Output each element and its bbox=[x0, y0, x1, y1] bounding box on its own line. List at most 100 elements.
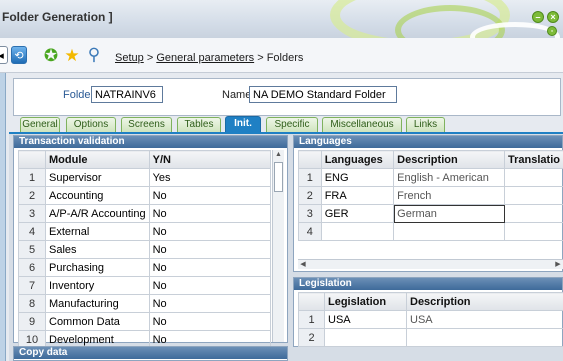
translation-cell[interactable] bbox=[504, 204, 563, 223]
horizontal-scrollbar[interactable]: ◀ ▶ bbox=[298, 259, 563, 269]
table-row[interactable]: 4 External No bbox=[18, 222, 272, 241]
table-row[interactable]: 1 USA USA bbox=[298, 310, 563, 329]
row-number: 1 bbox=[298, 310, 325, 329]
translation-cell[interactable] bbox=[504, 222, 563, 241]
yn-cell[interactable]: No bbox=[148, 258, 272, 277]
translation-cell[interactable] bbox=[504, 186, 563, 205]
table-row[interactable]: 6 Purchasing No bbox=[18, 258, 272, 277]
yn-cell[interactable]: No bbox=[148, 276, 272, 295]
name-label: Name bbox=[222, 89, 252, 101]
nav-back-icon[interactable]: ◂ bbox=[0, 46, 8, 64]
column-header[interactable]: Translatio bbox=[504, 150, 563, 169]
column-header[interactable]: Description bbox=[406, 292, 563, 311]
breadcrumb-separator: > bbox=[257, 52, 264, 64]
table-row[interactable]: 9 Common Data No bbox=[18, 312, 272, 331]
languages-table: Languages Description Translatio 1 ENG Eng… bbox=[298, 150, 563, 241]
module-cell: Supervisor bbox=[45, 168, 150, 187]
table-row[interactable]: 1 Supervisor Yes bbox=[18, 168, 272, 187]
module-cell: A/P-A/R Accounting bbox=[45, 204, 150, 223]
yn-cell[interactable]: Yes bbox=[148, 168, 272, 187]
panel-title: Languages bbox=[294, 136, 562, 148]
table-row[interactable]: 5 Sales No bbox=[18, 240, 272, 259]
table-row[interactable]: 7 Inventory No bbox=[18, 276, 272, 295]
yn-cell[interactable]: No bbox=[148, 240, 272, 259]
folder-header: Folder NATRAINV6 Name NA DEMO Standard F… bbox=[13, 78, 561, 116]
row-number: 5 bbox=[18, 240, 46, 259]
tab-screens[interactable]: Screens bbox=[121, 117, 172, 132]
language-cell[interactable] bbox=[320, 222, 395, 241]
language-cell[interactable]: FRA bbox=[320, 186, 395, 205]
table-row[interactable]: 4 bbox=[298, 222, 563, 241]
yn-cell[interactable]: No bbox=[148, 186, 272, 205]
toolbar: ◂ ⟲ ✪ ★ ⚲ Setup > General parameters > F… bbox=[0, 38, 563, 73]
description-cell: English - American bbox=[393, 168, 506, 187]
legislation-cell[interactable] bbox=[324, 328, 407, 347]
table-row[interactable]: 3 GER German bbox=[298, 204, 563, 223]
column-header[interactable]: Legislation bbox=[324, 292, 407, 311]
transaction-validation-table: Module Y/N 1 Supervisor Yes 2 Accounting No … bbox=[18, 150, 272, 349]
panel-title: Transaction validation bbox=[14, 136, 287, 148]
tab-init[interactable]: Init. bbox=[225, 116, 261, 132]
close-button[interactable]: × bbox=[547, 11, 559, 23]
folder-field[interactable]: NATRAINV6 bbox=[91, 86, 163, 103]
row-number: 8 bbox=[18, 294, 46, 313]
legislation-cell[interactable]: USA bbox=[324, 310, 407, 329]
row-number: 4 bbox=[18, 222, 46, 241]
tab-links[interactable]: Links bbox=[406, 117, 445, 132]
row-number: 4 bbox=[298, 222, 322, 241]
breadcrumb-setup[interactable]: Setup bbox=[115, 52, 144, 64]
language-cell[interactable]: ENG bbox=[320, 168, 395, 187]
yn-cell[interactable]: No bbox=[148, 312, 272, 331]
column-header[interactable]: Module bbox=[45, 150, 150, 169]
copy-data-panel: Copy data bbox=[13, 346, 288, 361]
table-row[interactable]: 2 Accounting No bbox=[18, 186, 272, 205]
refresh-icon[interactable]: ⟲ bbox=[11, 46, 27, 64]
row-number: 1 bbox=[298, 168, 322, 187]
breadcrumb-current: Folders bbox=[266, 52, 304, 64]
star-add-icon[interactable]: ✪ bbox=[42, 47, 60, 65]
restore-button[interactable]: ▫ bbox=[547, 26, 557, 36]
breadcrumb-separator: > bbox=[146, 52, 154, 64]
tab-general[interactable]: General bbox=[20, 117, 60, 132]
breadcrumb: Setup > General parameters > Folders bbox=[115, 52, 303, 64]
pin-icon[interactable]: ⚲ bbox=[85, 46, 103, 64]
table-header-row: Languages Description Translatio bbox=[298, 150, 563, 169]
row-number: 7 bbox=[18, 276, 46, 295]
breadcrumb-general-parameters[interactable]: General parameters bbox=[156, 52, 254, 64]
scroll-thumb[interactable] bbox=[274, 162, 283, 192]
description-cell-selected[interactable]: German bbox=[393, 204, 506, 223]
panel-title: Copy data bbox=[14, 347, 287, 359]
table-row[interactable]: 1 ENG English - American bbox=[298, 168, 563, 187]
tab-tables[interactable]: Tables bbox=[177, 117, 221, 132]
window-title-bar: Folder Generation ] – × ▫ bbox=[0, 0, 563, 38]
left-panel-strip[interactable] bbox=[0, 73, 6, 361]
tab-options[interactable]: Options bbox=[66, 117, 116, 132]
folder-label: Folder bbox=[63, 89, 95, 101]
language-cell[interactable]: GER bbox=[320, 204, 395, 223]
table-header-row: Legislation Description bbox=[298, 292, 563, 311]
translation-cell[interactable] bbox=[504, 168, 563, 187]
scroll-up-icon[interactable]: ▲ bbox=[273, 150, 284, 160]
row-number-header bbox=[298, 150, 322, 169]
column-header[interactable]: Languages bbox=[320, 150, 395, 169]
row-number: 2 bbox=[18, 186, 46, 205]
tab-miscellaneous[interactable]: Miscellaneous bbox=[322, 117, 402, 132]
table-row[interactable]: 3 A/P-A/R Accounting No bbox=[18, 204, 272, 223]
scroll-left-icon[interactable]: ◀ bbox=[298, 260, 308, 270]
table-row[interactable]: 2 FRA French bbox=[298, 186, 563, 205]
name-field[interactable]: NA DEMO Standard Folder bbox=[249, 86, 397, 103]
yn-cell[interactable]: No bbox=[148, 204, 272, 223]
minimize-button[interactable]: – bbox=[532, 11, 544, 23]
star-icon[interactable]: ★ bbox=[63, 47, 81, 65]
module-cell: External bbox=[45, 222, 150, 241]
table-row[interactable]: 8 Manufacturing No bbox=[18, 294, 272, 313]
yn-cell[interactable]: No bbox=[148, 294, 272, 313]
column-header[interactable]: Description bbox=[393, 150, 506, 169]
vertical-scrollbar[interactable]: ▲ bbox=[272, 150, 284, 342]
column-header[interactable]: Y/N bbox=[148, 150, 272, 169]
tab-specific[interactable]: Specific bbox=[266, 117, 318, 132]
table-row[interactable]: 2 bbox=[298, 328, 563, 347]
scroll-right-icon[interactable]: ▶ bbox=[553, 260, 563, 270]
yn-cell[interactable]: No bbox=[148, 222, 272, 241]
module-cell: Purchasing bbox=[45, 258, 150, 277]
